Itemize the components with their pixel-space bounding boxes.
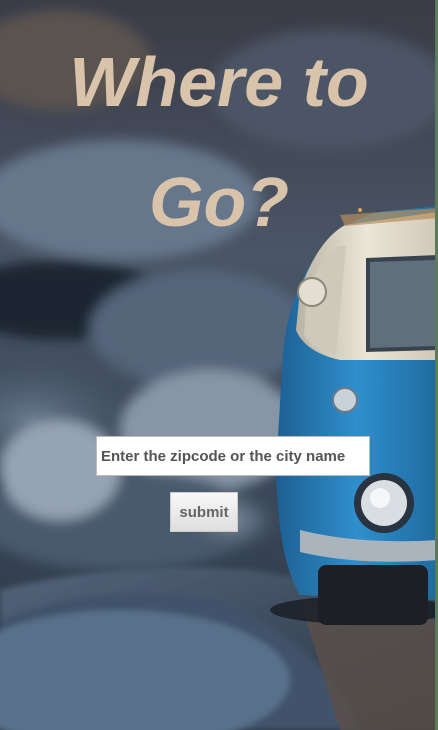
- page-title: Where to Go?: [0, 22, 438, 262]
- title-line-2: Go?: [149, 163, 289, 241]
- title-line-1: Where to: [69, 43, 369, 121]
- submit-button[interactable]: submit: [170, 492, 238, 532]
- location-search-input[interactable]: [96, 436, 370, 476]
